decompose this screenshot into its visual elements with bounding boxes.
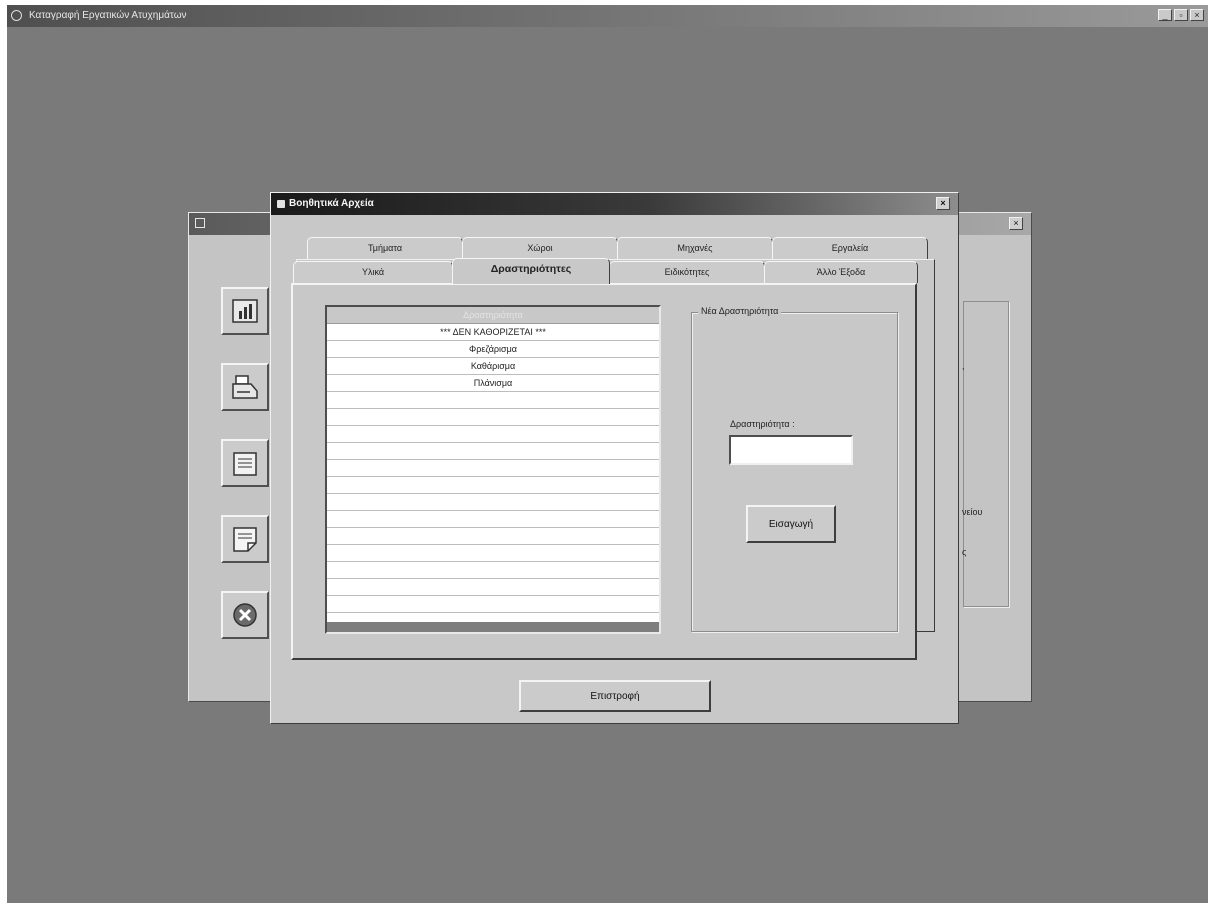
tab-activities[interactable]: Δραστηριότητες	[452, 258, 610, 284]
list-item[interactable]	[327, 426, 659, 443]
print-toolbar-button[interactable]	[221, 363, 269, 411]
window-controls: _ ▫ ×	[1158, 9, 1204, 21]
list-item[interactable]	[327, 409, 659, 426]
list-item[interactable]	[327, 494, 659, 511]
list-item[interactable]	[327, 596, 659, 613]
activity-input[interactable]	[729, 435, 853, 465]
list-item[interactable]	[327, 562, 659, 579]
background-fragment: νείου	[962, 507, 983, 517]
background-fragment: ,	[962, 361, 965, 371]
list-item[interactable]	[327, 545, 659, 562]
close-circle-icon	[233, 603, 257, 627]
dialog-close-button[interactable]: ×	[936, 197, 950, 210]
tab-materials[interactable]: Υλικά	[293, 261, 453, 283]
notes-toolbar-button[interactable]	[221, 515, 269, 563]
note-icon	[233, 527, 257, 552]
list-item[interactable]	[327, 511, 659, 528]
files-toolbar-button[interactable]	[221, 439, 269, 487]
maximize-button[interactable]: ▫	[1174, 9, 1188, 21]
tab-machines[interactable]: Μηχανές	[617, 237, 773, 259]
list-item[interactable]	[327, 392, 659, 409]
list-item[interactable]	[327, 528, 659, 545]
activities-tab-panel: Δραστηριότητα *** ΔΕΝ ΚΑΘΟΡΙΖΕΤΑΙ *** Φρ…	[291, 283, 917, 660]
main-window-title: Καταγραφή Εργατικών Ατυχημάτων	[29, 10, 187, 21]
list-item[interactable]: *** ΔΕΝ ΚΑΘΟΡΙΖΕΤΑΙ ***	[327, 324, 659, 341]
tab-spaces[interactable]: Χώροι	[462, 237, 618, 259]
tab-departments[interactable]: Τμήματα	[307, 237, 463, 259]
dialog-title: Βοηθητικά Αρχεία	[289, 198, 374, 209]
list-item[interactable]	[327, 443, 659, 460]
tab-other-expenses[interactable]: Άλλο Έξοδα	[764, 261, 918, 283]
report-toolbar-button[interactable]	[221, 287, 269, 335]
group-title: Νέα Δραστηριότητα	[698, 306, 782, 316]
chart-icon	[232, 299, 258, 323]
new-activity-group: Νέα Δραστηριότητα Δραστηριότητα : Εισαγω…	[691, 306, 898, 632]
dialog-title-bar: Βοηθητικά Αρχεία ×	[271, 193, 958, 215]
tab-specialties[interactable]: Ειδικότητες	[609, 261, 765, 283]
activity-field-label: Δραστηριότητα :	[730, 419, 795, 429]
tab-tools[interactable]: Εργαλεία	[772, 237, 928, 259]
background-group-frame	[963, 301, 1009, 607]
list-item[interactable]: Φρεζάρισμα	[327, 341, 659, 358]
folder-icon	[233, 452, 257, 476]
auxiliary-files-dialog: Βοηθητικά Αρχεία × Τμήματα Χώροι Μηχανές…	[270, 192, 959, 724]
list-footer-bar	[327, 622, 659, 632]
exit-toolbar-button[interactable]	[221, 591, 269, 639]
list-item[interactable]	[327, 579, 659, 596]
close-button[interactable]: ×	[1190, 9, 1204, 21]
return-button[interactable]: Επιστροφή	[519, 680, 711, 712]
list-item[interactable]: Καθάρισμα	[327, 358, 659, 375]
activities-list[interactable]: Δραστηριότητα *** ΔΕΝ ΚΑΘΟΡΙΖΕΤΑΙ *** Φρ…	[325, 305, 661, 634]
main-title-bar: Καταγραφή Εργατικών Ατυχημάτων _ ▫ ×	[7, 5, 1208, 27]
app-icon	[11, 10, 22, 21]
background-close-button[interactable]: ×	[1009, 217, 1023, 230]
background-fragment: ς	[962, 547, 967, 557]
insert-button[interactable]: Εισαγωγή	[746, 505, 836, 543]
list-column-header[interactable]: Δραστηριότητα	[327, 307, 659, 324]
list-item[interactable]: Πλάνισμα	[327, 375, 659, 392]
window-icon	[195, 218, 205, 228]
list-item[interactable]	[327, 477, 659, 494]
list-item[interactable]	[327, 460, 659, 477]
minimize-button[interactable]: _	[1158, 9, 1172, 21]
dialog-icon	[277, 200, 285, 208]
printer-icon	[232, 375, 258, 399]
